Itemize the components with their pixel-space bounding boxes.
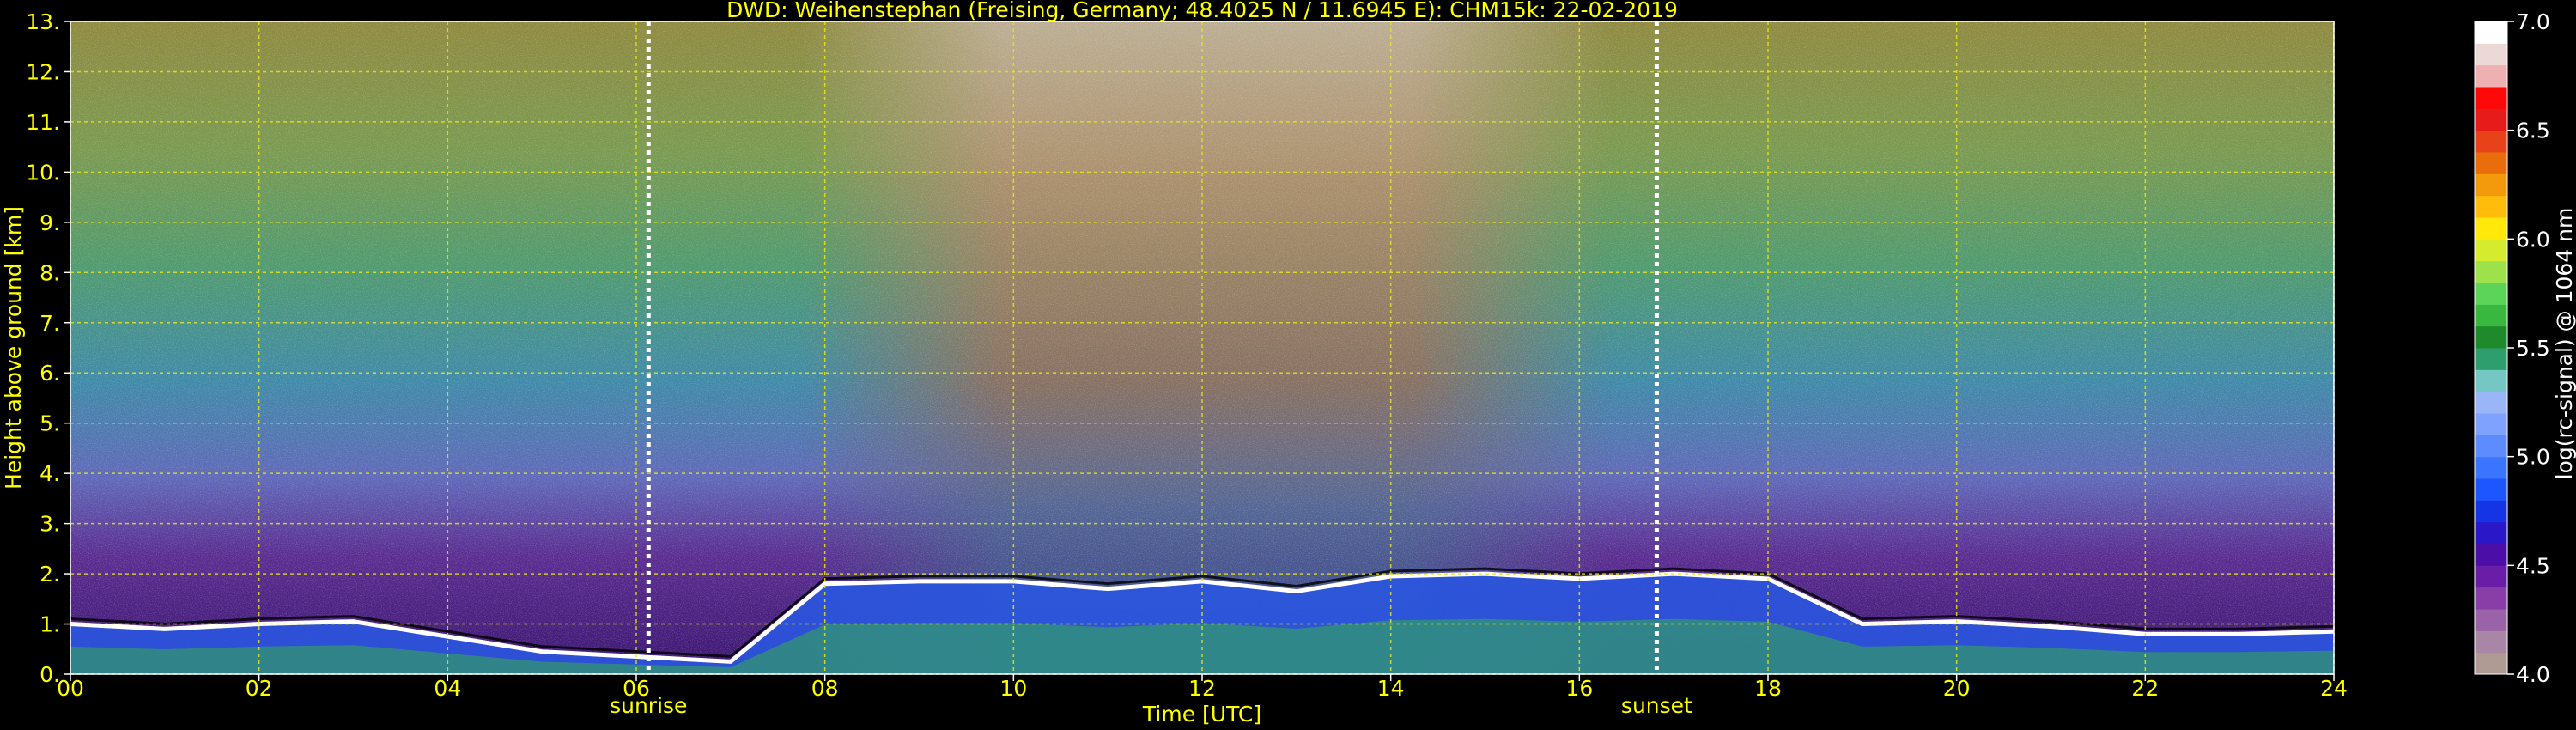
- x-tick-label: 14: [1377, 676, 1405, 701]
- y-axis-label: Height above ground [km]: [1, 206, 26, 490]
- colorbar-swatch: [2475, 565, 2507, 588]
- x-tick-label: 00: [57, 676, 84, 701]
- colorbar-tick-label: 6.0: [2516, 227, 2550, 252]
- y-tick-label: 1.: [39, 612, 60, 637]
- colorbar-ticks: 4.0 4.5 5.0 5.5 6.0 6.5 7.0: [2507, 9, 2550, 687]
- colorbar-swatch: [2475, 304, 2507, 327]
- colorbar-swatch: [2475, 87, 2507, 109]
- colorbar-swatch: [2475, 239, 2507, 262]
- colorbar-tick-label: 5.5: [2516, 336, 2550, 361]
- colorbar-swatch: [2475, 587, 2507, 610]
- x-tick-label: 02: [246, 676, 273, 701]
- colorbar-tick-label: 7.0: [2516, 9, 2550, 34]
- x-tick-label: 08: [811, 676, 839, 701]
- y-tick-label: 3.: [39, 512, 60, 537]
- x-tick-label: 20: [1943, 676, 1971, 701]
- colorbar-swatch: [2475, 369, 2507, 392]
- colorbar-swatch: [2475, 609, 2507, 631]
- colorbar-swatch: [2475, 130, 2507, 153]
- colorbar-swatch: [2475, 43, 2507, 66]
- x-tick-label: 12: [1188, 676, 1216, 701]
- y-tick-label: 11.: [26, 110, 60, 135]
- colorbar-swatch: [2475, 652, 2507, 675]
- colorbar-label: log(rc-signal) @ 1064 nm: [2552, 208, 2576, 480]
- colorbar-swatch: [2475, 521, 2507, 544]
- y-tick-label: 13.: [26, 9, 60, 34]
- colorbar-swatch: [2475, 21, 2507, 44]
- colorbar-swatch: [2475, 456, 2507, 479]
- plot-area: sunrise sunset: [70, 21, 2335, 718]
- colorbar-swatch: [2475, 348, 2507, 370]
- colorbar-tick-label: 4.0: [2516, 662, 2550, 687]
- y-axis-ticks: 0. 1. 2. 3. 4. 5. 6. 7. 8. 9. 10. 11. 12. 13.: [26, 9, 70, 687]
- colorbar-swatch: [2475, 260, 2507, 283]
- y-tick-label: 6.: [39, 361, 60, 386]
- colorbar-swatch: [2475, 64, 2507, 88]
- x-axis-ticks: 00 02 04 06 08 10 12 14 16 18 20 22 24: [57, 674, 2348, 701]
- y-tick-label: 4.: [39, 461, 60, 486]
- colorbar-swatch: [2475, 108, 2507, 131]
- colorbar: [2474, 21, 2508, 675]
- colorbar-swatch: [2475, 391, 2507, 414]
- chart-title: DWD: Weihenstephan (Freising, Germany; 4…: [726, 0, 1678, 22]
- x-tick-label: 04: [434, 676, 461, 701]
- colorbar-swatch: [2475, 173, 2507, 197]
- y-tick-label: 9.: [39, 210, 60, 235]
- colorbar-swatch: [2475, 630, 2507, 654]
- ceilometer-figure: sunrise sunset 00 02 04 06 08 10 12 14 16 18 20 22 24…: [1, 0, 2576, 727]
- x-axis-label: Time [UTC]: [1142, 702, 1261, 727]
- x-tick-label: 06: [623, 676, 650, 701]
- colorbar-swatch: [2475, 500, 2507, 523]
- colorbar-swatch: [2475, 217, 2507, 240]
- colorbar-tick-label: 4.5: [2516, 553, 2550, 578]
- y-tick-label: 2.: [39, 562, 60, 587]
- x-tick-label: 18: [1754, 676, 1782, 701]
- y-tick-label: 7.: [39, 311, 60, 336]
- colorbar-swatch: [2475, 195, 2507, 218]
- sunset-label: sunset: [1621, 693, 1692, 718]
- colorbar-swatch: [2475, 152, 2507, 174]
- colorbar-tick-label: 5.0: [2516, 445, 2550, 470]
- x-tick-label: 24: [2320, 676, 2348, 701]
- x-tick-label: 22: [2131, 676, 2159, 701]
- colorbar-swatch: [2475, 544, 2507, 566]
- colorbar-swatch: [2475, 413, 2507, 435]
- y-tick-label: 5.: [39, 411, 60, 436]
- x-tick-label: 10: [999, 676, 1027, 701]
- y-tick-label: 0.: [39, 662, 60, 687]
- colorbar-swatch: [2475, 325, 2507, 349]
- y-tick-label: 8.: [39, 260, 60, 285]
- x-tick-label: 16: [1565, 676, 1593, 701]
- colorbar-tick-label: 6.5: [2516, 119, 2550, 143]
- colorbar-swatch: [2475, 478, 2507, 501]
- colorbar-swatch: [2475, 283, 2507, 305]
- colorbar-swatch: [2475, 435, 2507, 458]
- y-tick-label: 12.: [26, 59, 60, 84]
- y-tick-label: 10.: [26, 160, 60, 185]
